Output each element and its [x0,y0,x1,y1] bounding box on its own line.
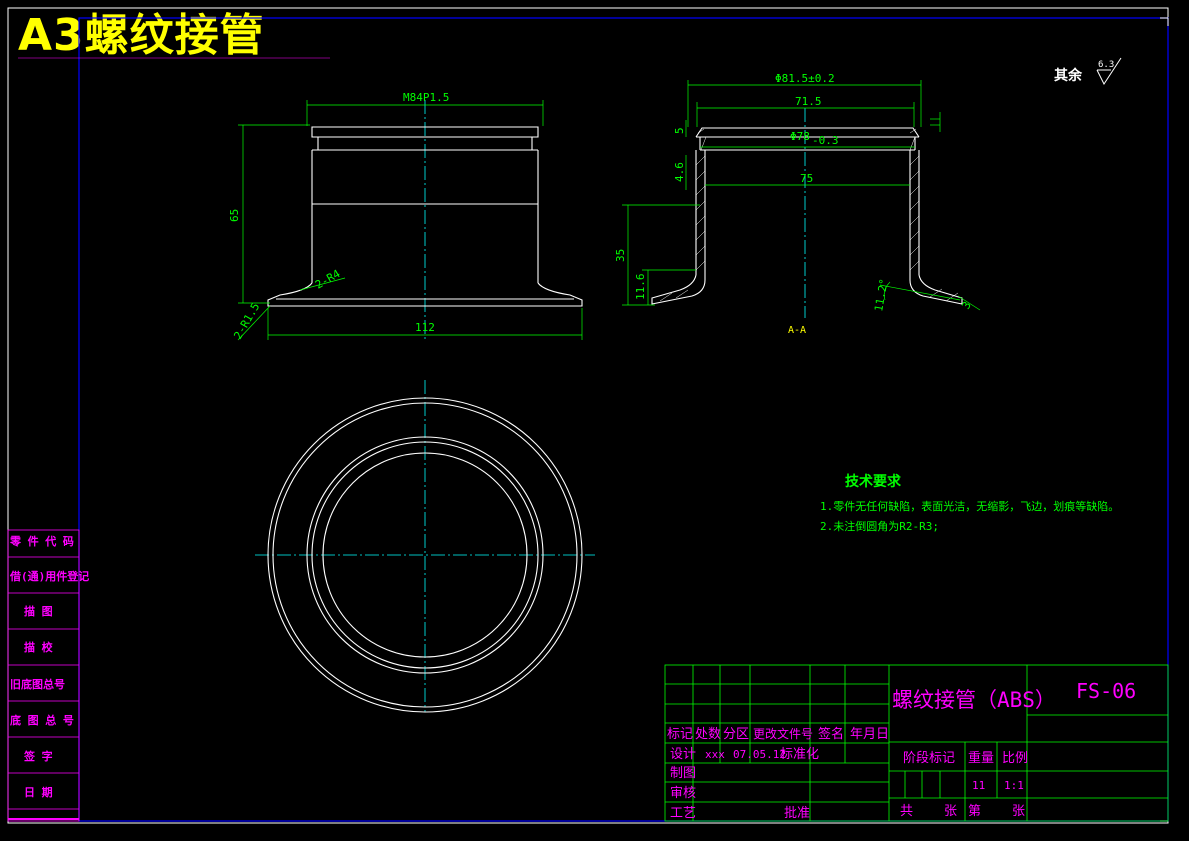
flange-radius-label: 2-R4 [313,267,343,292]
roughness-value: 6.3 [1098,60,1114,70]
tech-requirements: 技术要求 1.零件无任何缺陷，表面光洁，无缩影，飞边，划痕等缺陷。 2.未注倒圆… [820,473,1119,533]
section-hatch-left [659,128,707,302]
sidebar-item: 底 图 总 号 [10,713,74,727]
outer-dia-label: Φ81.5±0.2 [775,72,835,85]
base-radius-label: 2-R1.5 [231,301,262,342]
dim-5-label: 5 [673,127,686,134]
part-name: 螺纹接管（ABS） [892,688,1056,712]
header-cell: 标记 [667,727,693,742]
standardize-label: 标准化 [780,747,819,762]
drawing-number: FS-06 [1076,679,1136,703]
width-71-label: 71.5 [795,95,822,108]
header-cell: 年月日 [850,727,889,742]
stage-mark-label: 阶段标记 [903,751,955,766]
corner-marks [1160,17,1169,822]
review-label: 审核 [670,786,696,801]
sidebar-item: 日 期 [24,785,53,799]
base-width-label: 112 [415,321,435,334]
header-cell: 更改文件号 [753,726,813,741]
scale-value: 1:1 [1004,779,1024,792]
dim-4-6-label: 4.6 [673,162,686,182]
sidebar-item: 旧底图总号 [10,677,65,691]
sidebar-item: 借(通)用件登记 [9,569,89,583]
inner-dia-label: Φ78 [790,130,810,143]
weight-value: 11 [972,779,985,792]
sidebar-table: 零 件 代 码 借(通)用件登记 描 图 描 校 旧底图总号 底 图 总 号 签… [7,529,89,822]
header-cell: 签名 [818,726,844,742]
process-label: 工艺 [670,806,696,821]
approve-label: 批准 [784,806,810,821]
sheet-no-label: 第 [968,804,981,819]
sidebar-item: 描 校 [24,640,54,654]
tech-req-item: 1.零件无任何缺陷，表面光洁，无缩影，飞边，划痕等缺陷。 [820,499,1119,513]
width-75-label: 75 [800,172,813,185]
roughness-symbol: 其余 6.3 [1054,57,1122,86]
header-cell: 处数 [695,727,721,742]
thread-dim-label: M84P1.5 [403,91,449,104]
tech-req-item: 2.未注倒圆角为R2-R3; [820,519,939,533]
height-dim-label: 65 [228,209,241,222]
sheets2-label: 张 [1012,804,1025,819]
engineering-drawing: 其余 6.3 M84P1.5 65 2-R4 2-R1.5 112 Φ81.5±… [7,7,1169,824]
design-label: 设计 [670,747,696,762]
sidebar-item: 零 件 代 码 [9,534,74,548]
title-block: 螺纹接管（ABS） FS-06 标记 处数 分区 更改文件号 签名 年月日 设计… [664,664,1169,822]
header-cell: 分区 [723,727,749,742]
weight-label: 重量 [968,750,994,766]
drafting-label: 制图 [670,766,696,781]
angle-label: 11.2° [872,278,891,313]
dim-11-6-label: 11.6 [634,274,647,301]
total-label: 共 [900,804,913,819]
sheets-label: 张 [944,804,957,819]
section-label: A-A [788,325,806,336]
roughness-label: 其余 [1054,67,1083,84]
top-view [255,380,595,713]
scale-label: 比例 [1002,751,1028,766]
design-date: 07.05.12 [733,748,786,761]
front-view: M84P1.5 65 2-R4 2-R1.5 112 [228,91,583,342]
tech-req-title: 技术要求 [845,473,902,490]
sidebar-item: 描 图 [24,604,53,618]
section-hatch-right [909,128,959,302]
design-name: xxx [705,748,725,761]
inner-dia-tol-label: -0.3 [812,134,839,147]
dim-35-label: 35 [614,249,627,262]
section-view: Φ81.5±0.2 71.5 Φ78 -0.3 75 5 4.6 35 11.6… [614,72,981,336]
sidebar-item: 签 字 [23,749,53,763]
